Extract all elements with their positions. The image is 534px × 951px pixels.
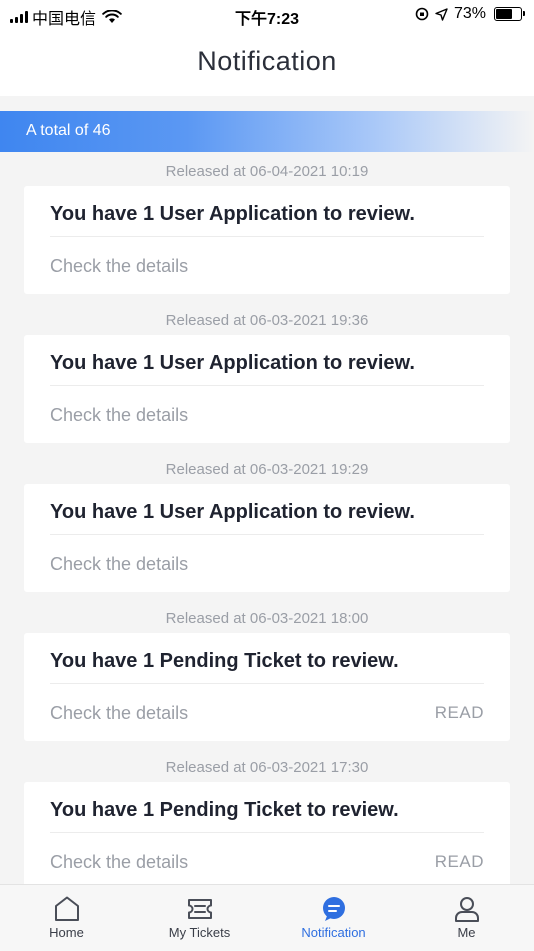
notification-title: You have 1 Pending Ticket to review. bbox=[50, 799, 399, 821]
check-details-link[interactable]: Check the details bbox=[50, 405, 188, 426]
notification-card[interactable]: You have 1 Pending Ticket to review. Che… bbox=[24, 782, 510, 884]
status-bar-right: 73% bbox=[415, 5, 525, 23]
tab-home[interactable]: Home bbox=[0, 885, 133, 951]
tab-my-tickets-label: My Tickets bbox=[168, 925, 231, 940]
user-icon bbox=[454, 897, 479, 922]
released-timestamp: Released at 06-04-2021 10:19 bbox=[165, 163, 369, 180]
tab-home-label: Home bbox=[49, 925, 84, 940]
divider bbox=[50, 236, 484, 237]
tab-notification[interactable]: Notification bbox=[267, 885, 400, 951]
check-details-link[interactable]: Check the details bbox=[50, 256, 188, 277]
orientation-lock-icon bbox=[415, 7, 429, 21]
ticket-icon bbox=[187, 899, 212, 919]
tab-me-label: Me bbox=[457, 925, 476, 940]
read-status: READ bbox=[434, 703, 484, 722]
notification-card[interactable]: You have 1 User Application to review. C… bbox=[24, 484, 510, 592]
notification-group: Released at 06-04-2021 10:19 You have 1 … bbox=[0, 152, 534, 301]
notification-title: You have 1 Pending Ticket to review. bbox=[50, 650, 399, 672]
check-details-link[interactable]: Check the details bbox=[50, 703, 188, 724]
divider bbox=[50, 832, 484, 833]
page-header: Notification bbox=[0, 30, 534, 96]
tab-me[interactable]: Me bbox=[400, 885, 533, 951]
released-timestamp: Released at 06-03-2021 18:00 bbox=[165, 610, 369, 627]
notification-card[interactable]: You have 1 Pending Ticket to review. Che… bbox=[24, 633, 510, 741]
notification-group: Released at 06-03-2021 17:30 You have 1 … bbox=[0, 748, 534, 884]
battery-icon bbox=[494, 7, 525, 21]
notification-group: Released at 06-03-2021 19:36 You have 1 … bbox=[0, 301, 534, 450]
divider bbox=[50, 683, 484, 684]
home-icon bbox=[54, 896, 79, 921]
notification-title: You have 1 User Application to review. bbox=[50, 501, 415, 523]
released-timestamp: Released at 06-03-2021 17:30 bbox=[165, 759, 369, 776]
notification-list[interactable]: Released at 06-04-2021 10:19 You have 1 … bbox=[0, 152, 534, 884]
divider bbox=[50, 385, 484, 386]
total-banner: A total of 46 bbox=[0, 111, 534, 152]
notification-card[interactable]: You have 1 User Application to review. C… bbox=[24, 186, 510, 294]
bottom-tab-bar: Home My Tickets Notification Me bbox=[0, 884, 534, 951]
read-status: READ bbox=[434, 852, 484, 871]
notification-group: Released at 06-03-2021 19:29 You have 1 … bbox=[0, 450, 534, 599]
tab-notification-label: Notification bbox=[301, 925, 366, 940]
notification-title: You have 1 User Application to review. bbox=[50, 352, 415, 374]
divider bbox=[50, 534, 484, 535]
notification-card[interactable]: You have 1 User Application to review. C… bbox=[24, 335, 510, 443]
location-icon bbox=[435, 7, 448, 21]
battery-percent: 73% bbox=[453, 5, 486, 22]
status-bar: 中国电信 下午7:23 73% bbox=[0, 0, 534, 30]
total-count-text: A total of 46 bbox=[26, 122, 111, 139]
check-details-link[interactable]: Check the details bbox=[50, 554, 188, 575]
notification-title: You have 1 User Application to review. bbox=[50, 203, 415, 225]
notification-group: Released at 06-03-2021 18:00 You have 1 … bbox=[0, 599, 534, 748]
released-timestamp: Released at 06-03-2021 19:29 bbox=[165, 461, 369, 478]
check-details-link[interactable]: Check the details bbox=[50, 852, 188, 873]
tab-my-tickets[interactable]: My Tickets bbox=[133, 885, 266, 951]
notification-icon bbox=[322, 897, 345, 921]
page-title: Notification bbox=[197, 46, 337, 76]
released-timestamp: Released at 06-03-2021 19:36 bbox=[165, 312, 369, 329]
